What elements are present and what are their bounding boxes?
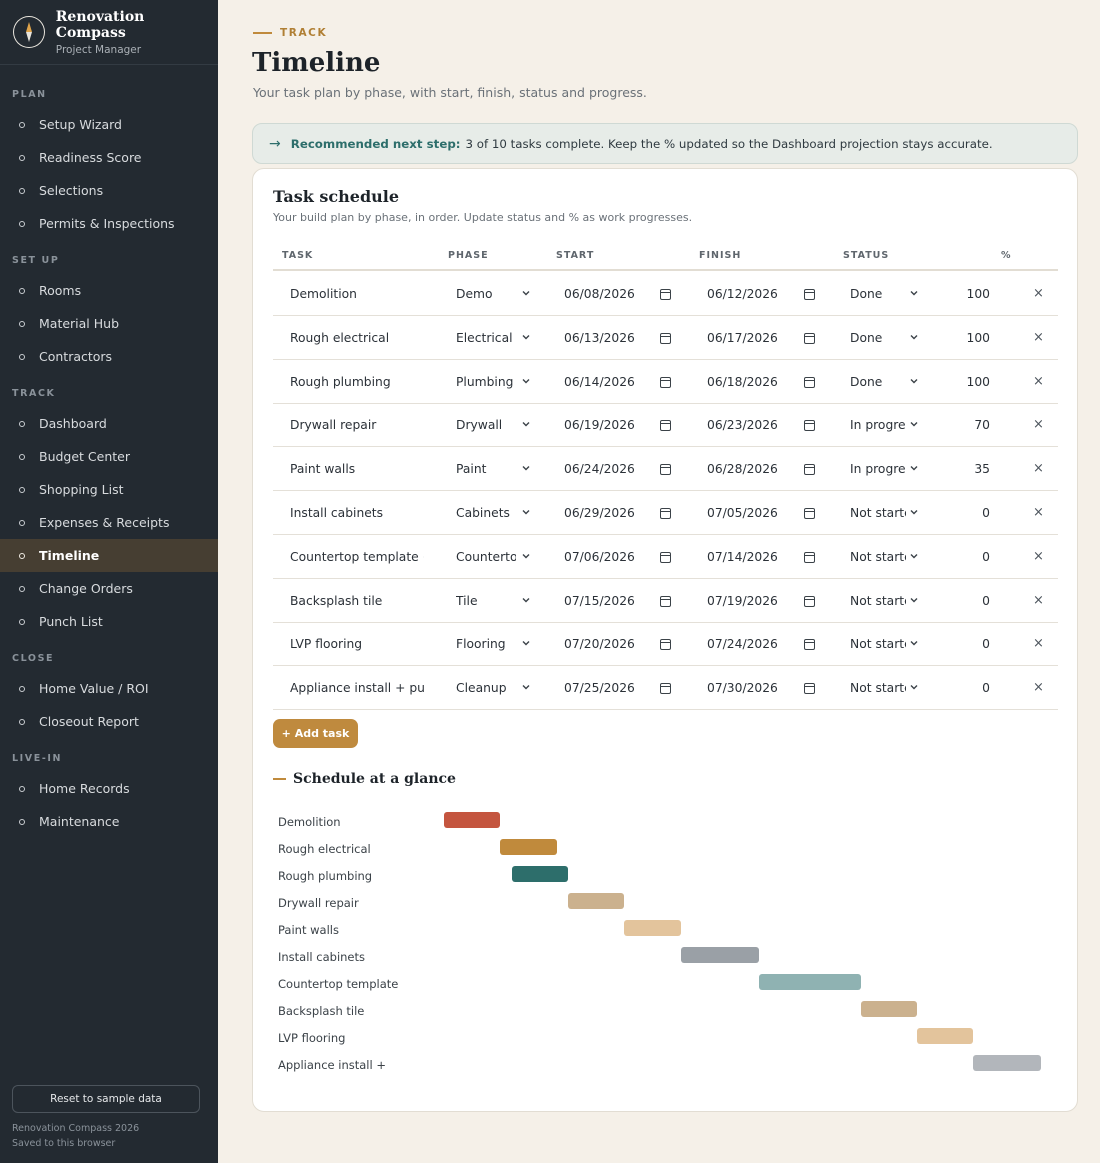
sidebar-item-label: Timeline [39, 548, 100, 563]
bullet-icon [19, 818, 25, 825]
gantt-bar [444, 812, 501, 828]
app-name: Renovation Compass [55, 8, 145, 41]
sidebar-item-label: Home Value / ROI [39, 681, 149, 696]
arrow-right-icon: → [269, 135, 281, 152]
sidebar-item-label: Change Orders [39, 581, 133, 596]
gantt-label: Demolition [278, 815, 341, 829]
nav-section-set-up: SET UP [12, 255, 60, 266]
compass-icon [13, 16, 45, 48]
bullet-icon [19, 121, 25, 128]
sidebar-item-label: Expenses & Receipts [39, 515, 170, 530]
gantt-label: LVP flooring [278, 1031, 346, 1045]
sidebar-item-label: Home Records [39, 781, 130, 796]
gantt-label: Rough electrical [278, 842, 371, 856]
gantt-bar [973, 1055, 1041, 1071]
sidebar-item-label: Contractors [39, 349, 113, 364]
page-subtitle: Your task plan by phase, with start, fin… [253, 85, 647, 100]
bullet-icon [19, 320, 25, 327]
sidebar-item-readiness-score[interactable]: Readiness Score [0, 141, 218, 174]
sidebar-item-label: Setup Wizard [39, 117, 122, 132]
bullet-icon [19, 552, 25, 559]
gantt-bar [860, 1001, 918, 1017]
brand: Renovation Compass Project Manager [0, 0, 218, 65]
gantt-bar [500, 839, 557, 855]
bullet-icon [19, 685, 25, 692]
bullet-icon [19, 486, 25, 493]
gantt-bar [759, 974, 861, 990]
eyebrow-rule [253, 32, 272, 34]
sidebar: Renovation Compass Project Manager PLAN S… [0, 0, 218, 1163]
gantt-bar [567, 893, 625, 909]
banner-label: Recommended next step: [290, 136, 461, 151]
sidebar-item-selections[interactable]: Selections [0, 174, 218, 207]
bullet-icon [19, 585, 25, 592]
bullet-icon [19, 718, 25, 725]
sidebar-item-maintenance[interactable]: Maintenance [0, 805, 218, 838]
gantt-label: Countertop template [278, 977, 399, 991]
gantt-bar [624, 920, 681, 936]
bullet-icon [19, 220, 25, 227]
bullet-icon [19, 287, 25, 294]
sidebar-item-change-orders[interactable]: Change Orders [0, 572, 218, 605]
gantt-label: Install cabinets [278, 950, 366, 964]
app-subtitle: Project Manager [55, 43, 142, 56]
gantt-label: Rough plumbing [278, 869, 373, 883]
reset-sample-data-button[interactable]: Reset to sample data [12, 1085, 200, 1113]
sidebar-item-timeline[interactable]: Timeline [0, 539, 218, 572]
sidebar-item-label: Permits & Inspections [39, 216, 175, 231]
bullet-icon [19, 453, 25, 460]
banner-text: 3 of 10 tasks complete. Keep the % updat… [465, 136, 993, 151]
sidebar-item-permits-inspections[interactable]: Permits & Inspections [0, 207, 218, 240]
schedule-gantt: Demolition Rough electrical Rough plumbing… [253, 169, 1079, 1113]
sidebar-item-label: Shopping List [39, 482, 124, 497]
bullet-icon [19, 785, 25, 792]
sidebar-item-label: Budget Center [39, 449, 131, 464]
sidebar-item-contractors[interactable]: Contractors [0, 340, 218, 373]
sidebar-item-rooms[interactable]: Rooms [0, 274, 218, 307]
gantt-label: Paint walls [278, 923, 339, 937]
sidebar-item-label: Rooms [39, 283, 82, 298]
sidebar-item-budget-center[interactable]: Budget Center [0, 440, 218, 473]
nav-section-live-in: LIVE-IN [12, 753, 63, 764]
next-step-banner: → Recommended next step: 3 of 10 tasks c… [252, 123, 1078, 164]
sidebar-item-shopping-list[interactable]: Shopping List [0, 473, 218, 506]
sidebar-item-material-hub[interactable]: Material Hub [0, 307, 218, 340]
bullet-icon [19, 519, 25, 526]
sidebar-item-label: Material Hub [39, 316, 120, 331]
bullet-icon [19, 420, 25, 427]
nav-section-track: TRACK [12, 388, 56, 399]
sidebar-item-label: Maintenance [39, 814, 120, 829]
sidebar-item-home-records[interactable]: Home Records [0, 772, 218, 805]
gantt-label: Drywall repair [278, 896, 359, 910]
sidebar-item-label: Readiness Score [39, 150, 142, 165]
sidebar-item-closeout-report[interactable]: Closeout Report [0, 705, 218, 738]
sidebar-item-dashboard[interactable]: Dashboard [0, 407, 218, 440]
footer-save-status: Saved to this browser [12, 1138, 116, 1149]
sidebar-item-punch-list[interactable]: Punch List [0, 605, 218, 638]
bullet-icon [19, 353, 25, 360]
bullet-icon [19, 618, 25, 625]
section-eyebrow: TRACK [253, 27, 327, 39]
sidebar-item-label: Dashboard [39, 416, 107, 431]
gantt-label: Appliance install + [278, 1058, 386, 1072]
task-schedule-card: Task schedule Your build plan by phase, … [252, 168, 1078, 1112]
sidebar-item-home-value-roi[interactable]: Home Value / ROI [0, 672, 218, 705]
gantt-bar [511, 866, 568, 882]
eyebrow-label: TRACK [280, 27, 328, 39]
sidebar-item-expenses-receipts[interactable]: Expenses & Receipts [0, 506, 218, 539]
sidebar-item-label: Closeout Report [39, 714, 139, 729]
sidebar-item-setup-wizard[interactable]: Setup Wizard [0, 108, 218, 141]
gantt-label: Backsplash tile [278, 1004, 365, 1018]
sidebar-item-label: Selections [39, 183, 104, 198]
gantt-bar [680, 947, 760, 963]
footer-version: Renovation Compass 2026 [12, 1123, 140, 1134]
sidebar-item-label: Punch List [39, 614, 103, 629]
nav-section-plan: PLAN [12, 89, 47, 100]
bullet-icon [19, 154, 25, 161]
gantt-bar [917, 1028, 974, 1044]
bullet-icon [19, 187, 25, 194]
nav-section-close: CLOSE [12, 653, 55, 664]
page-title: Timeline [252, 48, 381, 78]
